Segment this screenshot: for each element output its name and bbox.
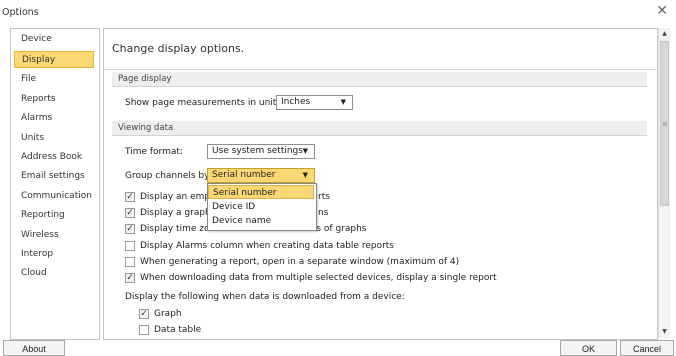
group-channels-dropdown-list: Serial number Device ID Device name xyxy=(207,183,317,231)
chevron-down-icon: ▼ xyxy=(340,98,346,106)
checkbox-box[interactable] xyxy=(125,241,135,251)
checkbox-box[interactable]: ✓ xyxy=(125,208,135,218)
checkbox-label: Data table xyxy=(154,325,202,335)
dropdown-option-device-name[interactable]: Device name xyxy=(208,214,314,228)
sidebar-item-display[interactable]: Display xyxy=(14,51,94,68)
group-channels-select[interactable]: Serial number ▼ xyxy=(207,168,315,183)
panel-header: Change display options. xyxy=(104,29,657,70)
section-viewing-data: Viewing data xyxy=(112,121,647,136)
dropdown-option-serial-number[interactable]: Serial number xyxy=(208,185,314,199)
scroll-up-icon[interactable]: ▲ xyxy=(659,28,670,40)
sidebar-item-wireless[interactable]: Wireless xyxy=(14,227,94,244)
download-display-label: Display the following when data is downl… xyxy=(125,292,405,302)
checkbox-box[interactable]: ✓ xyxy=(139,309,149,319)
checkbox-label: When downloading data from multiple sele… xyxy=(140,273,497,283)
sidebar-item-communication[interactable]: Communication xyxy=(14,188,94,205)
close-icon[interactable]: ✕ xyxy=(656,3,668,19)
sidebar-item-units[interactable]: Units xyxy=(14,130,94,147)
checkbox-label: Display Alarms column when creating data… xyxy=(140,241,394,251)
dropdown-option-device-id[interactable]: Device ID xyxy=(208,200,314,214)
about-button[interactable]: About xyxy=(3,340,65,356)
group-channels-value: Serial number xyxy=(212,170,276,180)
time-format-label: Time format: xyxy=(125,147,183,157)
group-channels-label: Group channels by: xyxy=(125,171,212,181)
sidebar-item-address-book[interactable]: Address Book xyxy=(14,149,94,166)
units-label: Show page measurements in units of: xyxy=(125,98,296,108)
sidebar-item-cloud[interactable]: Cloud xyxy=(14,265,94,282)
cancel-button[interactable]: Cancel xyxy=(620,340,674,356)
time-format-select[interactable]: Use system settings ▼ xyxy=(207,144,315,159)
vertical-scrollbar[interactable]: ▲ ≡ ▼ xyxy=(658,28,670,338)
checkbox-box[interactable]: ✓ xyxy=(125,192,135,202)
checkbox-label: Graph xyxy=(154,309,182,319)
sidebar-item-device[interactable]: Device xyxy=(14,31,94,48)
sidebar-item-alarms[interactable]: Alarms xyxy=(14,110,94,127)
sidebar-item-file[interactable]: File xyxy=(14,71,94,88)
time-format-value: Use system settings xyxy=(212,146,303,156)
chevron-down-icon: ▼ xyxy=(302,171,308,179)
scroll-down-icon[interactable]: ▼ xyxy=(659,326,670,338)
sidebar-item-interop[interactable]: Interop xyxy=(14,246,94,263)
display-options-panel: Change display options. Page display Sho… xyxy=(103,28,658,340)
sidebar-item-reports[interactable]: Reports xyxy=(14,91,94,108)
grip-icon: ≡ xyxy=(662,120,668,128)
title-bar: Options ✕ xyxy=(0,0,676,24)
checkbox-label: When generating a report, open in a sepa… xyxy=(140,257,460,267)
checkbox-box[interactable]: ✓ xyxy=(125,273,135,283)
sidebar-item-reporting[interactable]: Reporting xyxy=(14,207,94,224)
sidebar-item-email-settings[interactable]: Email settings xyxy=(14,168,94,185)
checkbox-label-tail: ns xyxy=(318,208,329,218)
section-page-display: Page display xyxy=(112,72,647,87)
window-title: Options xyxy=(2,7,39,18)
options-category-list: Device Display File Reports Alarms Units… xyxy=(10,28,100,340)
scroll-thumb[interactable]: ≡ xyxy=(660,41,669,206)
ok-button[interactable]: OK xyxy=(560,340,617,356)
checkbox-box[interactable] xyxy=(125,257,135,267)
units-select[interactable]: Inches ▼ xyxy=(276,95,353,110)
units-value: Inches xyxy=(281,97,311,107)
checkbox-box[interactable] xyxy=(139,325,149,335)
panel-title: Change display options. xyxy=(112,42,245,55)
chevron-down-icon: ▼ xyxy=(302,147,308,155)
checkbox-box[interactable]: ✓ xyxy=(125,224,135,234)
checkbox-label-tail: rts xyxy=(318,192,330,202)
